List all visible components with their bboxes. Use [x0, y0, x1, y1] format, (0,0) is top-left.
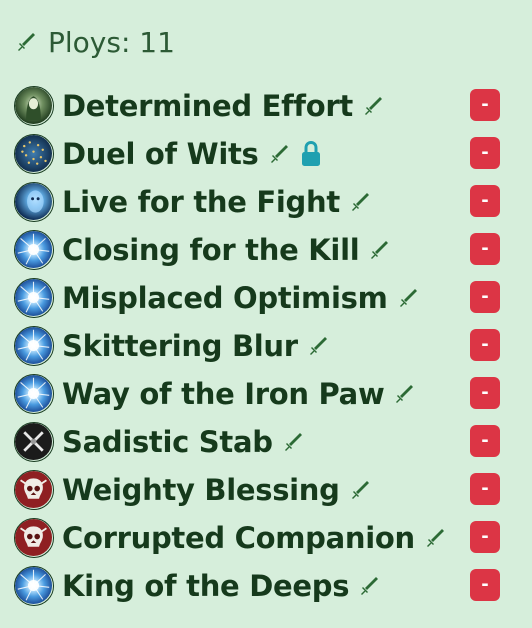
ploy-row: King of the Deeps - — [14, 562, 518, 610]
remove-ploy-button[interactable]: - — [470, 473, 500, 505]
sword-icon — [371, 241, 389, 259]
ploy-row: Determined Effort - — [14, 82, 518, 130]
remove-ploy-button[interactable]: - — [470, 569, 500, 601]
ploy-avatar — [14, 518, 54, 558]
ploy-row: Sadistic Stab - — [14, 418, 518, 466]
remove-ploy-button[interactable]: - — [470, 377, 500, 409]
ploy-row: Weighty Blessing - — [14, 466, 518, 514]
ploys-header: Ploys: 11 — [14, 22, 175, 62]
ploy-avatar — [14, 422, 54, 462]
remove-ploy-button[interactable]: - — [470, 137, 500, 169]
remove-ploy-button[interactable]: - — [470, 185, 500, 217]
ploy-avatar — [14, 566, 54, 606]
ploy-name[interactable]: Sadistic Stab — [62, 425, 273, 459]
ploy-row: Closing for the Kill - — [14, 226, 518, 274]
ploy-name[interactable]: King of the Deeps — [62, 569, 349, 603]
ploy-row: Skittering Blur - — [14, 322, 518, 370]
ploys-count-label: Ploys: 11 — [48, 25, 175, 59]
ploy-name[interactable]: Duel of Wits — [62, 137, 259, 171]
ploy-row: Way of the Iron Paw - — [14, 370, 518, 418]
ploy-avatar — [14, 374, 54, 414]
ploy-name[interactable]: Determined Effort — [62, 89, 353, 123]
remove-ploy-button[interactable]: - — [470, 425, 500, 457]
ploy-avatar — [14, 182, 54, 222]
ploy-name[interactable]: Weighty Blessing — [62, 473, 340, 507]
sword-icon — [351, 193, 369, 211]
ploy-name[interactable]: Way of the Iron Paw — [62, 377, 385, 411]
remove-ploy-button[interactable]: - — [470, 233, 500, 265]
ploy-name[interactable]: Misplaced Optimism — [62, 281, 388, 315]
sword-icon — [426, 529, 444, 547]
sword-icon — [396, 385, 414, 403]
remove-ploy-button[interactable]: - — [470, 521, 500, 553]
sword-icon — [309, 337, 327, 355]
remove-ploy-button[interactable]: - — [470, 281, 500, 313]
ploy-name[interactable]: Live for the Fight — [62, 185, 340, 219]
sword-icon — [284, 433, 302, 451]
ploy-row: Misplaced Optimism - — [14, 274, 518, 322]
sword-icon — [399, 289, 417, 307]
sword-icon — [18, 33, 35, 51]
ploy-avatar — [14, 230, 54, 270]
remove-ploy-button[interactable]: - — [470, 329, 500, 361]
ploy-name[interactable]: Corrupted Companion — [62, 521, 415, 555]
sword-icon — [351, 481, 369, 499]
ploy-avatar — [14, 278, 54, 318]
ploy-avatar — [14, 470, 54, 510]
ploy-row: Live for the Fight - — [14, 178, 518, 226]
sword-icon — [270, 145, 288, 163]
ploy-avatar — [14, 326, 54, 366]
lock-icon — [301, 141, 320, 166]
remove-ploy-button[interactable]: - — [470, 89, 500, 121]
ploy-avatar — [14, 86, 54, 126]
ploy-name[interactable]: Closing for the Kill — [62, 233, 360, 267]
ploy-list: Determined Effort - Duel of Wits - Live for … — [14, 82, 518, 610]
ploy-name[interactable]: Skittering Blur — [62, 329, 298, 363]
ploy-avatar — [14, 134, 54, 174]
ploy-row: Duel of Wits - — [14, 130, 518, 178]
ploy-row: Corrupted Companion - — [14, 514, 518, 562]
sword-icon — [361, 577, 379, 595]
sword-icon — [364, 97, 382, 115]
